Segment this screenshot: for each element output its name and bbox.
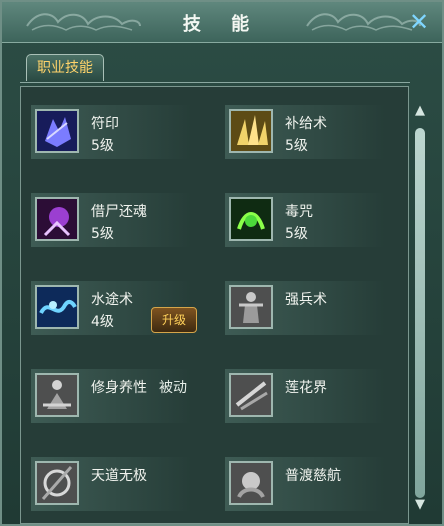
skill-name: 水途术 [91,292,133,308]
skill-item-lotus[interactable]: 莲花界 [215,365,385,427]
lotus-icon[interactable] [229,373,273,417]
resurrect-icon[interactable] [35,197,79,241]
upgrade-button[interactable]: 升级 [151,307,197,333]
water-icon[interactable] [35,285,79,329]
scroll-thumb[interactable] [415,128,425,498]
skill-level: 5级 [285,226,308,242]
skill-item-meditate[interactable]: 修身养性 被动 [21,365,191,427]
warrior-icon[interactable] [229,285,273,329]
skill-name: 强兵术 [285,292,327,308]
title-bar: 技 能 ✕ [2,2,442,43]
cloud-ornament-right [306,13,421,31]
close-icon[interactable]: ✕ [406,10,432,36]
skill-name: 普渡慈航 [285,468,341,484]
skill-name: 天道无极 [91,468,147,484]
passive-tag: 被动 [159,380,187,396]
poison-icon[interactable] [229,197,273,241]
skill-item-salvation[interactable]: 普渡慈航 [215,453,385,515]
skill-name: 补给术 [285,116,327,132]
skill-window: 技 能 ✕ 职业技能 符印 5级 补给术 5级 借尸还魂 5级 毒咒 5级 水途… [0,0,444,526]
skill-name: 修身养性 [91,380,147,396]
supply-icon[interactable] [229,109,273,153]
skill-level: 5级 [91,138,114,154]
skill-list-panel: 符印 5级 补给术 5级 借尸还魂 5级 毒咒 5级 水途术 4级 升级 强兵术… [20,86,409,524]
skill-item-poison[interactable]: 毒咒 5级 [215,189,385,251]
skill-name: 符印 [91,116,119,132]
scrollbar[interactable]: ▲ ▼ [412,102,428,514]
skill-level: 4级 [91,314,114,330]
skill-level: 5级 [285,138,308,154]
meditate-icon[interactable] [35,373,79,417]
salvation-icon[interactable] [229,461,273,505]
tab-strip: 职业技能 [20,52,410,83]
sigil-icon[interactable] [35,109,79,153]
skill-item-sigil[interactable]: 符印 5级 [21,101,191,163]
skill-item-resurrect[interactable]: 借尸还魂 5级 [21,189,191,251]
skill-name: 借尸还魂 [91,204,147,220]
skill-name: 毒咒 [285,204,313,220]
heaven-icon[interactable] [35,461,79,505]
skill-item-water[interactable]: 水途术 4级 升级 [21,277,197,339]
skill-item-heaven[interactable]: 天道无极 [21,453,191,515]
skill-level: 5级 [91,226,114,242]
scroll-down-icon[interactable]: ▼ [412,496,428,514]
skill-item-supply[interactable]: 补给术 5级 [215,101,385,163]
tab-career-skills[interactable]: 职业技能 [26,54,104,81]
skill-item-warrior[interactable]: 强兵术 [215,277,385,339]
skill-name: 莲花界 [285,380,327,396]
scroll-up-icon[interactable]: ▲ [412,102,428,120]
